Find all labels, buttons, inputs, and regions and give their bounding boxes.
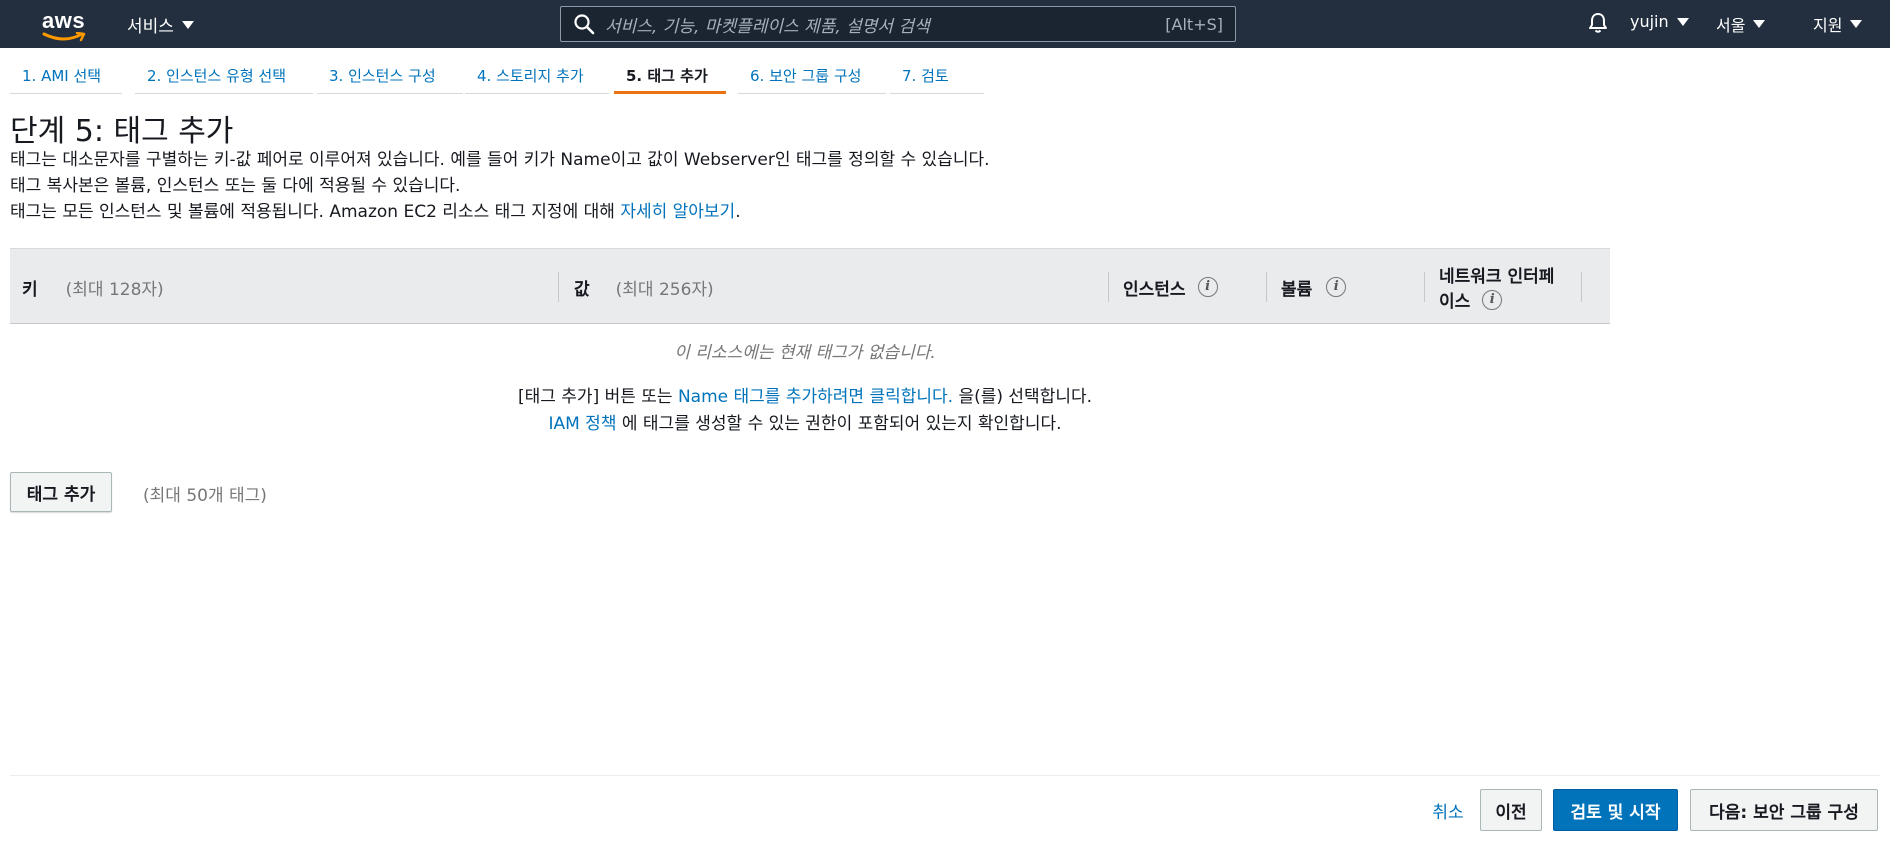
- empty-state-help: [태그 추가] 버튼 또는 Name 태그를 추가하려면 클릭합니다. 을(를)…: [0, 382, 1610, 407]
- max-tags-hint: (최대 50개 태그): [143, 486, 267, 506]
- learn-more-link[interactable]: 자세히 알아보기: [620, 202, 735, 222]
- user-name: yujin: [1630, 12, 1669, 31]
- tab-configure-security-group[interactable]: 6. 보안 그룹 구성: [738, 56, 886, 94]
- column-volumes-label: 볼륨: [1281, 279, 1313, 300]
- column-key: 키 (최대 128자): [22, 249, 164, 325]
- description-line-1: 태그는 대소문자를 구별하는 키-값 페어로 이루어져 있습니다. 예를 들어 …: [10, 150, 990, 170]
- top-navigation-bar: aws 서비스 서비스, 기능, 마켓플레이스 제품, 설명서 검색 [Alt+…: [0, 0, 1890, 48]
- previous-button[interactable]: 이전: [1480, 789, 1542, 831]
- description-line-3-period: .: [735, 202, 741, 222]
- region-menu[interactable]: 서울: [1716, 12, 1766, 36]
- support-menu[interactable]: 지원: [1813, 12, 1863, 36]
- tab-choose-instance-type[interactable]: 2. 인스턴스 유형 선택: [135, 56, 313, 94]
- add-tag-button[interactable]: 태그 추가: [10, 472, 112, 512]
- tab-add-tags[interactable]: 5. 태그 추가: [614, 56, 726, 94]
- empty-state-message: 이 리소스에는 현재 태그가 없습니다.: [674, 343, 936, 363]
- help-text-prefix: [태그 추가] 버튼 또는: [517, 387, 678, 407]
- description-line-2: 태그 복사본은 볼륨, 인스턴스 또는 둘 다에 적용될 수 있습니다.: [10, 176, 461, 196]
- search-placeholder: 서비스, 기능, 마켓플레이스 제품, 설명서 검색: [605, 16, 930, 37]
- column-volumes: 볼륨 i: [1281, 249, 1347, 325]
- column-instances: 인스턴스 i: [1123, 249, 1218, 325]
- search-shortcut-hint: [Alt+S]: [1165, 14, 1223, 34]
- column-divider: [1581, 272, 1582, 302]
- iam-help-text: 에 태그를 생성할 수 있는 권한이 포함되어 있는지 확인합니다.: [616, 414, 1062, 434]
- page-title: 단계 5: 태그 추가: [10, 114, 234, 149]
- tab-review[interactable]: 7. 검토: [890, 56, 984, 94]
- column-key-hint: (최대 128자): [65, 279, 164, 300]
- column-value-label: 값: [574, 279, 590, 300]
- add-name-tag-link[interactable]: Name 태그를 추가하려면 클릭합니다.: [678, 387, 953, 407]
- chevron-down-icon: [181, 20, 194, 29]
- column-divider: [1266, 272, 1267, 302]
- column-key-label: 키: [22, 279, 38, 300]
- column-divider: [1424, 272, 1425, 302]
- global-search-input[interactable]: 서비스, 기능, 마켓플레이스 제품, 설명서 검색 [Alt+S]: [560, 6, 1236, 42]
- tab-add-storage[interactable]: 4. 스토리지 추가: [465, 56, 609, 94]
- tab-choose-ami[interactable]: 1. AMI 선택: [10, 56, 122, 94]
- column-divider: [558, 272, 559, 302]
- services-label: 서비스: [127, 17, 174, 37]
- column-divider: [1108, 272, 1109, 302]
- chevron-down-icon: [1753, 20, 1766, 28]
- column-network-label-line2: 이스: [1439, 292, 1471, 312]
- cancel-button[interactable]: 취소: [1418, 789, 1478, 831]
- info-icon[interactable]: i: [1197, 277, 1218, 297]
- notification-bell-icon[interactable]: [1587, 12, 1609, 34]
- tags-table-header: 키 (최대 128자) 값 (최대 256자) 인스턴스 i 볼륨 i 네트워크…: [10, 248, 1610, 324]
- chevron-down-icon: [1676, 17, 1689, 26]
- column-value-hint: (최대 256자): [615, 279, 714, 300]
- column-network-label-line1: 네트워크 인터페: [1439, 267, 1555, 287]
- iam-policy-link[interactable]: IAM 정책: [548, 414, 616, 434]
- column-network-interfaces: 네트워크 인터페 이스 i: [1439, 249, 1554, 325]
- footer-divider: [10, 775, 1880, 776]
- help-text-suffix: 을(를) 선택합니다.: [953, 387, 1093, 407]
- aws-logo[interactable]: aws: [42, 8, 86, 42]
- search-icon: [574, 14, 595, 35]
- tab-configure-instance[interactable]: 3. 인스턴스 구성: [317, 56, 463, 94]
- column-instances-label: 인스턴스: [1123, 279, 1186, 300]
- description-line-3: 태그는 모든 인스턴스 및 볼륨에 적용됩니다. Amazon EC2 리소스 …: [10, 197, 741, 222]
- info-icon[interactable]: i: [1482, 289, 1503, 310]
- column-network-line2: 이스 i: [1439, 287, 1503, 312]
- logo-wordmark: aws: [42, 8, 86, 33]
- region-name: 서울: [1716, 16, 1746, 35]
- next-configure-security-group-button[interactable]: 다음: 보안 그룹 구성: [1690, 789, 1878, 831]
- review-and-launch-button[interactable]: 검토 및 시작: [1553, 789, 1678, 831]
- info-icon[interactable]: i: [1326, 277, 1347, 297]
- smile-arrow-icon: [42, 32, 86, 42]
- column-value: 값 (최대 256자): [574, 249, 714, 325]
- support-label: 지원: [1813, 16, 1843, 35]
- iam-policy-help: IAM 정책 에 태그를 생성할 수 있는 권한이 포함되어 있는지 확인합니다…: [0, 409, 1610, 434]
- chevron-down-icon: [1850, 20, 1863, 28]
- user-menu[interactable]: yujin: [1630, 12, 1689, 31]
- description-line-3-text: 태그는 모든 인스턴스 및 볼륨에 적용됩니다. Amazon EC2 리소스 …: [10, 202, 621, 222]
- services-menu[interactable]: 서비스: [127, 12, 194, 37]
